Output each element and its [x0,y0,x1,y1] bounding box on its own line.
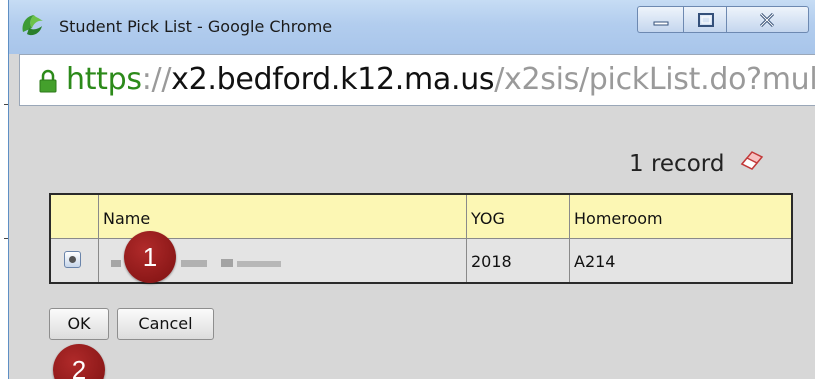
minimize-button[interactable] [637,6,683,33]
chrome-popup-window: Student Pick List - Google Chrome https: [8,0,815,379]
background-window-edge [0,0,8,379]
close-icon [759,12,775,28]
url-path: /x2sis/pickList.do?mult [494,62,815,97]
maximize-icon [698,13,714,27]
record-count: 1 record [629,151,725,177]
eraser-icon[interactable] [739,149,765,171]
column-header-name[interactable]: Name [103,209,150,228]
row-select-radio[interactable] [64,251,81,268]
url-scheme: https [66,62,142,97]
chrome-logo-icon [22,15,43,36]
close-button[interactable] [727,6,809,33]
annotation-badge-2: 2 [53,344,105,379]
address-bar[interactable]: https://x2.bedford.k12.ma.us/x2sis/pickL… [19,54,815,106]
ok-button[interactable]: OK [49,308,109,340]
column-header-homeroom[interactable]: Homeroom [574,209,663,228]
minimize-icon [653,21,669,26]
url-text: https://x2.bedford.k12.ma.us/x2sis/pickL… [66,62,815,97]
url-separator: :// [141,62,172,97]
lock-icon [39,69,57,93]
url-host: x2.bedford.k12.ma.us [171,62,495,97]
maximize-button[interactable] [683,6,727,33]
homeroom-cell: A214 [574,252,616,271]
table-header [51,195,791,239]
pick-list-content: 1 record Name YOG Homeroom 2018 A214 OK … [9,106,815,379]
column-header-yog[interactable]: YOG [471,209,505,228]
annotation-badge-1: 1 [124,231,176,283]
title-bar: Student Pick List - Google Chrome [9,0,815,54]
window-title: Student Pick List - Google Chrome [59,17,333,36]
yog-cell: 2018 [471,252,512,271]
cancel-button[interactable]: Cancel [117,308,214,340]
